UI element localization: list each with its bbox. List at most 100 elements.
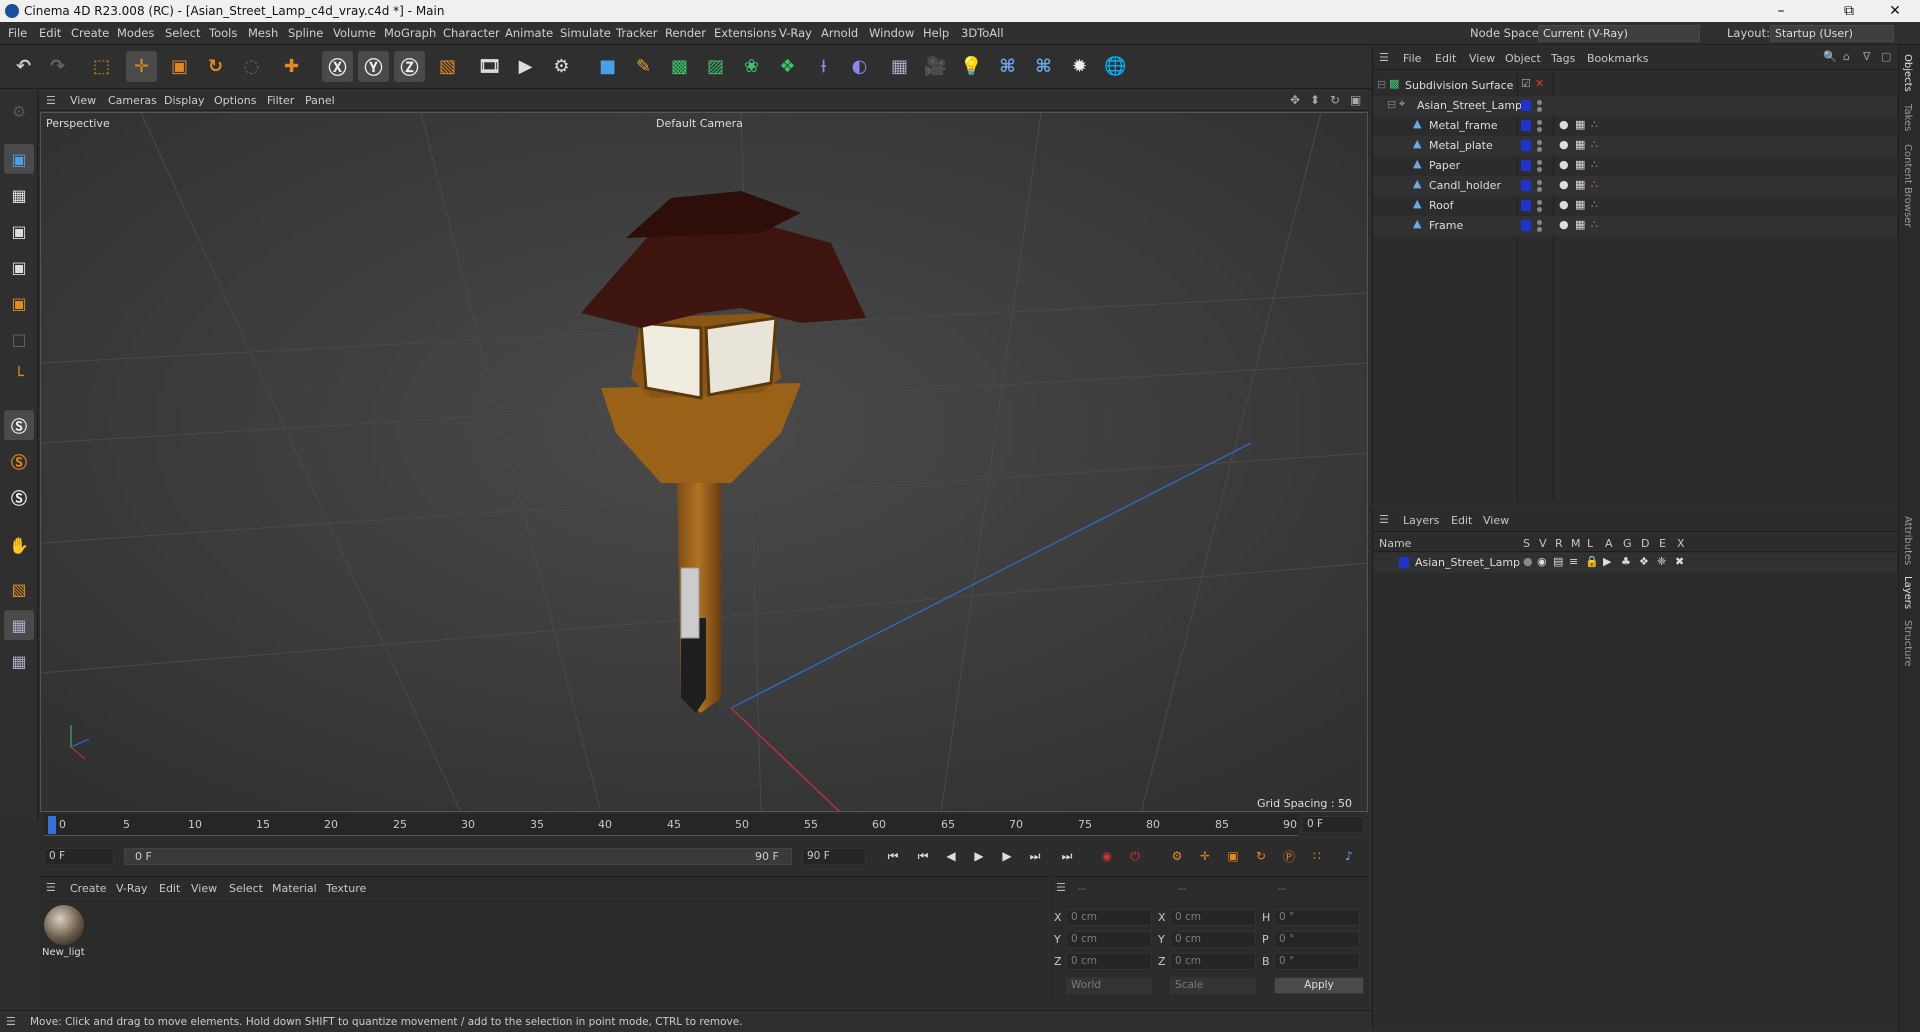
- phong-tag-icon[interactable]: ∴: [1591, 178, 1598, 191]
- key-rotation-icon[interactable]: ↻: [1250, 845, 1272, 867]
- uvw-tag-icon[interactable]: ▦: [1575, 138, 1585, 151]
- render-visibility-dot[interactable]: [1537, 227, 1542, 232]
- phong-tag-icon[interactable]: ∴: [1591, 118, 1598, 131]
- viewport-rotate-icon[interactable]: ↻: [1330, 93, 1340, 107]
- layer-color-swatch[interactable]: [1521, 100, 1531, 111]
- menu-extensions[interactable]: Extensions: [714, 26, 776, 40]
- cube-icon[interactable]: ■: [592, 51, 623, 82]
- layer-generators-icon[interactable]: ♣: [1621, 555, 1631, 568]
- workplane-snap-icon[interactable]: Ⓢ: [4, 482, 34, 512]
- render-visibility-dot[interactable]: [1537, 127, 1542, 132]
- coord-space-select[interactable]: World: [1066, 977, 1152, 994]
- layer-color-swatch[interactable]: [1521, 160, 1531, 171]
- z-axis-icon[interactable]: Ⓩ: [394, 51, 425, 82]
- tab-layers[interactable]: Layers: [1902, 576, 1913, 609]
- next-frame-icon[interactable]: ▶: [996, 845, 1018, 867]
- texture-mode-icon[interactable]: ▦: [4, 180, 34, 210]
- python-icon[interactable]: ⌘: [992, 51, 1023, 82]
- expand-icon[interactable]: ⊟: [1387, 98, 1396, 111]
- workplane-icon[interactable]: ▧: [4, 574, 34, 604]
- viewport-menu-panel[interactable]: Panel: [305, 94, 335, 107]
- go-to-start-icon[interactable]: ⏮: [882, 845, 904, 867]
- menu-edit[interactable]: Edit: [39, 26, 61, 40]
- material-menu-create[interactable]: Create: [70, 882, 107, 895]
- expand-icon[interactable]: ⊟: [1377, 78, 1386, 91]
- size-y-field[interactable]: 0 cm: [1170, 931, 1256, 948]
- undo-icon[interactable]: ↶: [8, 51, 39, 82]
- playhead[interactable]: [48, 816, 56, 834]
- grid-icon[interactable]: ▦: [4, 610, 34, 640]
- layer-menu-layers[interactable]: Layers: [1403, 514, 1439, 527]
- field-icon[interactable]: ◐: [844, 51, 875, 82]
- menu-create[interactable]: Create: [71, 26, 109, 40]
- rotate-tool-icon[interactable]: ↻: [200, 51, 231, 82]
- material-tag-icon[interactable]: ●: [1559, 118, 1569, 131]
- tweak-icon[interactable]: ✋: [4, 530, 34, 560]
- viewport-menu-options[interactable]: Options: [214, 94, 256, 107]
- render-region-icon[interactable]: 🎞: [474, 51, 505, 82]
- layout-select[interactable]: Startup (User): [1770, 25, 1894, 42]
- menu-render[interactable]: Render: [665, 26, 706, 40]
- uvw-tag-icon[interactable]: ▦: [1575, 198, 1585, 211]
- timeline-ruler[interactable]: 0 5 10 15 20 25 30 35 40 45 50 55 60 65 …: [44, 814, 1298, 836]
- menu-help[interactable]: Help: [923, 26, 949, 40]
- live-selection-icon[interactable]: ⬚: [86, 51, 117, 82]
- layer-xref-icon[interactable]: ✖: [1675, 555, 1684, 568]
- cloner-icon[interactable]: ❀: [736, 51, 767, 82]
- rot-b-field[interactable]: 0 °: [1274, 953, 1360, 970]
- menu-mesh[interactable]: Mesh: [248, 26, 278, 40]
- menu-mograph[interactable]: MoGraph: [384, 26, 436, 40]
- viewport-menu-view[interactable]: View: [70, 94, 96, 107]
- menu-character[interactable]: Character: [443, 26, 500, 40]
- minimize-button[interactable]: –: [1758, 1, 1804, 21]
- material-hamburger-icon[interactable]: ☰: [46, 881, 56, 894]
- coord-mode-select[interactable]: Scale: [1170, 977, 1256, 994]
- menu-animate[interactable]: Animate: [505, 26, 553, 40]
- editor-visibility-dot[interactable]: [1537, 120, 1542, 125]
- render-visibility-dot[interactable]: [1537, 167, 1542, 172]
- layer-visible-icon[interactable]: ◉: [1537, 555, 1547, 568]
- menu-spline[interactable]: Spline: [288, 26, 323, 40]
- key-position-icon[interactable]: ✛: [1194, 845, 1216, 867]
- object-row-candl-holder[interactable]: ▲ Candl_holder ● ▦ ∴: [1373, 176, 1897, 196]
- edit-check-icon[interactable]: ☑: [1521, 77, 1531, 90]
- go-to-end-icon[interactable]: ⏭: [1056, 845, 1078, 867]
- vray-globe-icon[interactable]: 🌐: [1100, 51, 1131, 82]
- subdivision-icon[interactable]: ▩: [664, 51, 695, 82]
- light-icon[interactable]: 💡: [956, 51, 987, 82]
- axis-mode-icon[interactable]: └: [4, 360, 34, 390]
- material-item[interactable]: New_ligt: [42, 903, 86, 963]
- layer-manager-icon[interactable]: ≡: [1569, 555, 1578, 568]
- camera-icon[interactable]: 🎥: [920, 51, 951, 82]
- record-icon[interactable]: ◉: [1096, 845, 1118, 867]
- tab-objects[interactable]: Objects: [1902, 54, 1913, 92]
- motion-clip-icon[interactable]: ♪: [1338, 845, 1360, 867]
- object-row-asian-street-lamp[interactable]: ⊟ ⌖ Asian_Street_Lamp: [1373, 96, 1897, 116]
- make-editable-icon[interactable]: ⚙: [4, 96, 34, 126]
- y-axis-icon[interactable]: Ⓨ: [358, 51, 389, 82]
- menu-select[interactable]: Select: [165, 26, 200, 40]
- phong-tag-icon[interactable]: ∴: [1591, 198, 1598, 211]
- layer-color-swatch[interactable]: [1521, 220, 1531, 231]
- object-row-metal-plate[interactable]: ▲ Metal_plate ● ▦ ∴: [1373, 136, 1897, 156]
- object-menu-file[interactable]: File: [1403, 52, 1421, 65]
- apply-button[interactable]: Apply: [1274, 977, 1364, 994]
- extrude-icon[interactable]: ▨: [700, 51, 731, 82]
- object-menu-edit[interactable]: Edit: [1435, 52, 1456, 65]
- deformer-icon[interactable]: ⟊: [808, 51, 839, 82]
- redo-icon[interactable]: ↷: [42, 51, 73, 82]
- render-visibility-dot[interactable]: [1537, 147, 1542, 152]
- material-menu-view[interactable]: View: [191, 882, 217, 895]
- points-mode-icon[interactable]: ▣: [4, 216, 34, 246]
- floor-icon[interactable]: ▦: [884, 51, 915, 82]
- rot-h-field[interactable]: 0 °: [1274, 909, 1360, 926]
- material-menu-texture[interactable]: Texture: [326, 882, 366, 895]
- editor-visibility-dot[interactable]: [1537, 100, 1542, 105]
- material-tag-icon[interactable]: ●: [1559, 218, 1569, 231]
- close-button[interactable]: ✕: [1872, 1, 1918, 21]
- menu-3dtoall[interactable]: 3DToAll: [961, 26, 1004, 40]
- object-row-subdivision[interactable]: ⊟ ▩ Subdivision Surface ☑ ✕: [1373, 76, 1897, 96]
- node-space-select[interactable]: Current (V-Ray): [1538, 25, 1700, 42]
- editor-visibility-dot[interactable]: [1537, 160, 1542, 165]
- prev-key-icon[interactable]: ⏮: [912, 845, 934, 867]
